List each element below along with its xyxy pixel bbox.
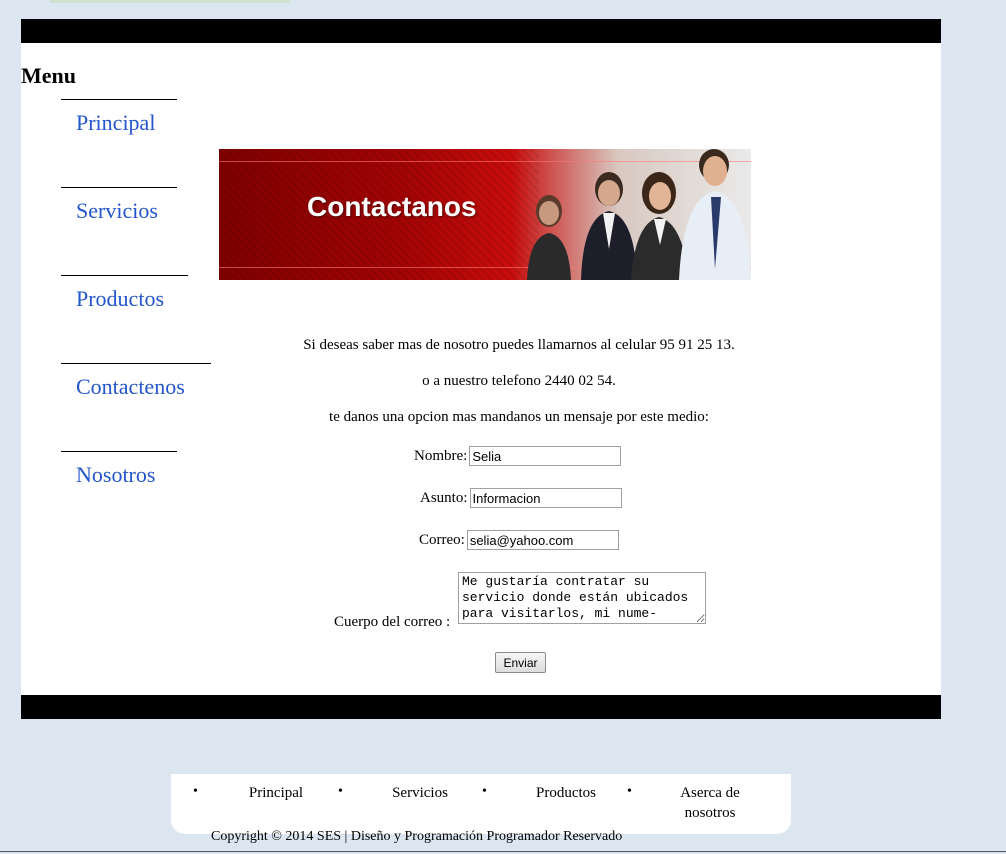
sidebar-item-nosotros: Nosotros	[61, 451, 177, 488]
cuerpo-row: Cuerpo del correo :	[334, 614, 450, 631]
footer-bar	[21, 695, 941, 719]
sidebar-item-principal: Principal	[61, 99, 177, 136]
asunto-row: Asunto:	[420, 488, 622, 508]
business-people-image	[527, 149, 751, 280]
sidebar-item-productos: Productos	[61, 275, 188, 312]
footer-link-servicios[interactable]: Servicios	[379, 783, 461, 803]
nombre-row: Nombre:	[414, 446, 622, 466]
cuerpo-label: Cuerpo del correo :	[334, 614, 451, 630]
footer-link-aserca-de-nosotros[interactable]: Aserca de nosotros	[669, 783, 751, 823]
asunto-input[interactable]	[469, 488, 622, 508]
footer-bullet: •	[482, 784, 487, 799]
footer-link-principal[interactable]: Principal	[235, 783, 317, 803]
main-page: Menu Principal Servicios Productos Conta…	[21, 19, 941, 719]
sidebar-item-servicios: Servicios	[61, 187, 177, 224]
contact-info-message: te danos una opcion mas mandanos un mens…	[329, 409, 709, 425]
footer-nav: • Principal • Servicios • Productos • As…	[171, 774, 791, 834]
footer-link-productos[interactable]: Productos	[523, 783, 609, 803]
menu-link-principal[interactable]: Principal	[61, 110, 177, 136]
header-bar	[21, 19, 941, 43]
correo-label: Correo:	[419, 531, 465, 548]
menu-link-nosotros[interactable]: Nosotros	[61, 462, 177, 488]
menu-link-contactenos[interactable]: Contactenos	[61, 374, 211, 400]
footer-bullet: •	[627, 784, 632, 799]
footer-bullet: •	[193, 784, 198, 799]
menu-link-productos[interactable]: Productos	[61, 286, 188, 312]
copyright-text: Copyright © 2014 SES | Diseño y Programa…	[211, 829, 623, 844]
person-4	[679, 149, 751, 280]
person-1	[527, 195, 571, 280]
contact-info-cell: Si deseas saber mas de nosotro puedes ll…	[303, 337, 735, 353]
contact-info-phone: o a nuestro telefono 2440 02 54.	[422, 373, 616, 389]
correo-row: Correo:	[419, 530, 619, 550]
enviar-button[interactable]: Enviar	[495, 652, 546, 673]
banner-title: Contactanos	[307, 191, 477, 222]
menu-link-servicios[interactable]: Servicios	[61, 198, 177, 224]
person-2	[581, 172, 637, 280]
nombre-label: Nombre:	[414, 447, 468, 464]
sidebar-item-contactenos: Contactenos	[61, 363, 211, 400]
top-tab-strip	[50, 0, 290, 3]
bottom-divider	[0, 851, 1006, 852]
contact-banner: Contactanos	[219, 149, 751, 280]
asunto-label: Asunto:	[420, 489, 468, 506]
nombre-input[interactable]	[469, 446, 622, 466]
correo-input[interactable]	[466, 530, 619, 550]
menu-title: Menu	[21, 63, 76, 88]
footer-bullet: •	[338, 784, 343, 799]
cuerpo-textarea[interactable]: Me gustaría contratar su servicio donde …	[458, 572, 706, 624]
